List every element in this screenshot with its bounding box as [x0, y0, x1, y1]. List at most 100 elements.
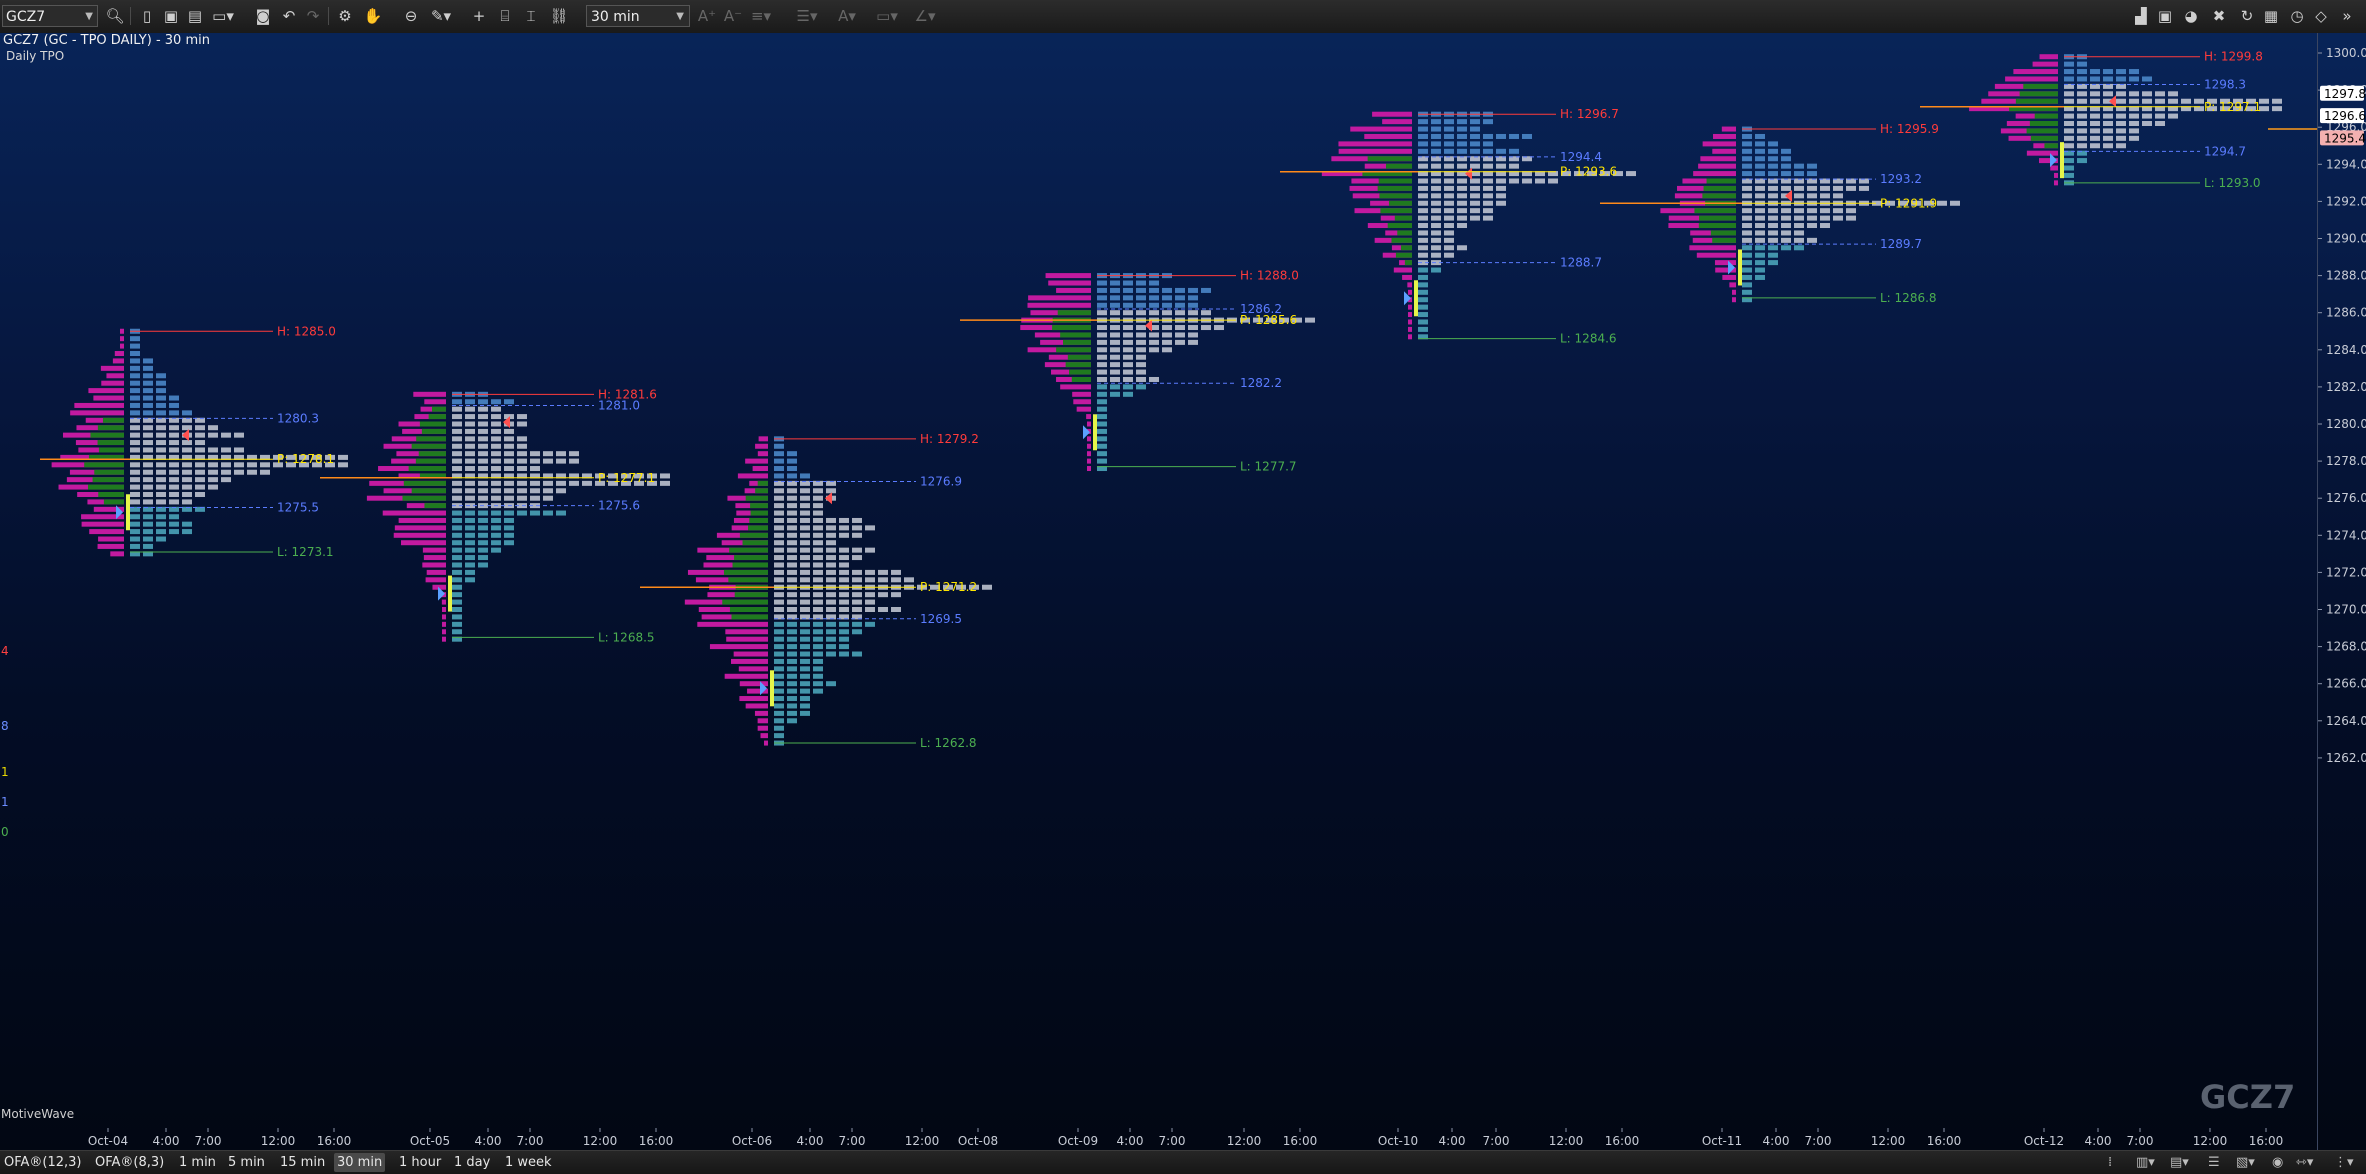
time-axis-label: 7:00: [195, 1134, 222, 1148]
time-axis-label: 12:00: [1549, 1134, 1584, 1148]
menu-icon[interactable]: ⋮▾: [2334, 1153, 2354, 1172]
save-as-icon[interactable]: ▤: [184, 5, 206, 27]
indicator-ofa-12-3[interactable]: OFA®(12,3): [1, 1153, 85, 1172]
undo-icon[interactable]: ↶: [278, 5, 300, 27]
open-range-bar: [1414, 280, 1418, 317]
poc-label: P: 1277.1: [598, 471, 655, 485]
price-axis-label: 1268.0: [2326, 640, 2366, 654]
indicators-icon[interactable]: ▧▾: [2236, 1153, 2255, 1172]
refresh-icon[interactable]: ↻: [2236, 5, 2258, 27]
chart-subtitle: Daily TPO: [6, 49, 65, 63]
timeframe-1-week[interactable]: 1 week: [502, 1153, 555, 1172]
poc-label: P: 1271.2: [920, 580, 977, 594]
pan-hand-icon[interactable]: ✋▾: [362, 5, 384, 47]
tools-icon[interactable]: ✖: [2208, 5, 2230, 27]
save-icon[interactable]: ▣: [160, 5, 182, 27]
tpo-profile-oct-04: [40, 328, 348, 557]
bar-size-select[interactable]: 30 min ▼: [586, 5, 690, 27]
high-label: H: 1279.2: [920, 432, 979, 446]
price-axis-label: 1264.0: [2326, 714, 2366, 728]
val-label: 1282.2: [1240, 376, 1282, 390]
timeframe-15-min[interactable]: 15 min: [277, 1153, 328, 1172]
price-axis-label: 1280.0: [2326, 417, 2366, 431]
timeframe-30-min[interactable]: 30 min: [334, 1153, 386, 1172]
line-width-icon[interactable]: ☰▾: [796, 5, 818, 27]
price-axis-label: 1274.0: [2326, 528, 2366, 542]
symbol-selector[interactable]: GCZ7 ▼: [2, 5, 98, 27]
low-label: L: 1293.0: [2204, 176, 2261, 190]
time-axis-label: 16:00: [1605, 1134, 1640, 1148]
low-label: L: 1286.8: [1880, 291, 1937, 305]
low-label: L: 1273.1: [277, 545, 334, 559]
candle-style-icon[interactable]: ▤▾: [2170, 1153, 2189, 1172]
time-axis-label: Oct-11: [1702, 1134, 1742, 1148]
list-icon[interactable]: ☰: [2208, 1153, 2220, 1172]
crosshair-icon[interactable]: +: [468, 5, 490, 27]
text-color-icon[interactable]: A▾: [836, 5, 858, 27]
time-axis-label: 4:00: [1117, 1134, 1144, 1148]
chart-settings-icon[interactable]: ⚙: [334, 5, 356, 27]
bar-chart-icon[interactable]: ▟: [2130, 5, 2152, 27]
price-axis-label: 1282.0: [2326, 380, 2366, 394]
redo-icon[interactable]: ↷: [302, 5, 324, 27]
indicator-ofa-8-3[interactable]: OFA®(8,3): [92, 1153, 167, 1172]
time-axis-label: Oct-10: [1378, 1134, 1418, 1148]
layout-icon[interactable]: ▣: [2154, 5, 2176, 27]
vah-label: 1281.0: [598, 398, 640, 412]
link-icon[interactable]: ⛓▾: [548, 5, 570, 47]
tpo-profile-oct-12: [1920, 54, 2282, 186]
timeframe-5-min[interactable]: 5 min: [225, 1153, 268, 1172]
chart-title: GCZ7 (GC - TPO DAILY) - 30 min: [3, 33, 210, 48]
font-increase-icon[interactable]: A⁺: [696, 5, 718, 27]
zoom-out-icon[interactable]: ⊖: [400, 5, 422, 27]
price-axis-label: 1294.0: [2326, 157, 2366, 171]
cursor-data-icon[interactable]: ⌸: [494, 5, 516, 27]
chart-area[interactable]: H: 1285.0 1280.3 P: 1278.1 1275.5 L: 1273.1 H…: [0, 33, 2366, 1150]
clock-icon[interactable]: ◷: [2286, 5, 2308, 27]
fill-color-icon[interactable]: ▭▾: [876, 5, 898, 27]
open-range-bar: [448, 575, 452, 612]
tpo-chart-svg[interactable]: H: 1285.0 1280.3 P: 1278.1 1275.5 L: 1273.1 H…: [0, 33, 2366, 1150]
timeframe-1-day[interactable]: 1 day: [451, 1153, 493, 1172]
timeframe-1-min[interactable]: 1 min: [176, 1153, 219, 1172]
time-axis-label: 7:00: [1159, 1134, 1186, 1148]
val-label: 1288.7: [1560, 256, 1602, 270]
attribution-label: MotiveWave: [1, 1107, 75, 1121]
draw-tool-icon[interactable]: ✎▾: [430, 5, 452, 27]
search-icon[interactable]: 🔍︎: [104, 5, 126, 27]
open-range-bar: [126, 494, 130, 531]
status-bar: OFA®(12,3) OFA®(8,3) 1 min 5 min 15 min …: [0, 1150, 2366, 1174]
open-range-bar: [2060, 142, 2064, 179]
chevron-down-icon: ▼: [676, 11, 684, 22]
tpo-profile-oct-11: [1600, 126, 1960, 303]
new-page-icon[interactable]: ▯: [136, 5, 158, 27]
line-color-icon[interactable]: ∠▾: [914, 5, 936, 27]
high-label: H: 1299.8: [2204, 50, 2263, 64]
line-style-icon[interactable]: ≡▾: [750, 5, 772, 27]
measure-icon[interactable]: ⌶: [520, 5, 542, 27]
close-marker-icon: [1145, 319, 1152, 332]
left-edge-value: 4: [1, 644, 9, 658]
vah-label: 1280.3: [277, 411, 319, 425]
eye-icon[interactable]: ◉: [2272, 1153, 2283, 1172]
erase-icon[interactable]: ◇: [2310, 5, 2332, 27]
low-label: L: 1284.6: [1560, 332, 1617, 346]
font-decrease-icon[interactable]: A⁻: [722, 5, 744, 27]
time-axis-label: 4:00: [475, 1134, 502, 1148]
bar-style-icon[interactable]: ▥▾: [2136, 1153, 2155, 1172]
scale-icon[interactable]: ⇿▾: [2296, 1153, 2313, 1172]
val-label: 1275.6: [598, 499, 640, 513]
table-icon[interactable]: ▦: [2260, 5, 2282, 27]
time-axis-label: 4:00: [797, 1134, 824, 1148]
left-edge-value: 0: [1, 825, 9, 839]
price-tag-label: 1296.6: [2324, 109, 2366, 123]
chevron-right-icon[interactable]: »: [2336, 5, 2358, 27]
time-axis-label: Oct-08: [958, 1134, 998, 1148]
open-folder-icon[interactable]: ▭▾: [212, 5, 234, 27]
palette-icon[interactable]: ◕: [2180, 5, 2202, 27]
price-axis-label: 1276.0: [2326, 491, 2366, 505]
time-axis-label: Oct-04: [88, 1134, 128, 1148]
price-tag-label: 1297.8: [2324, 87, 2366, 101]
camera-icon[interactable]: ◙: [252, 5, 274, 27]
timeframe-1-hour[interactable]: 1 hour: [396, 1153, 444, 1172]
